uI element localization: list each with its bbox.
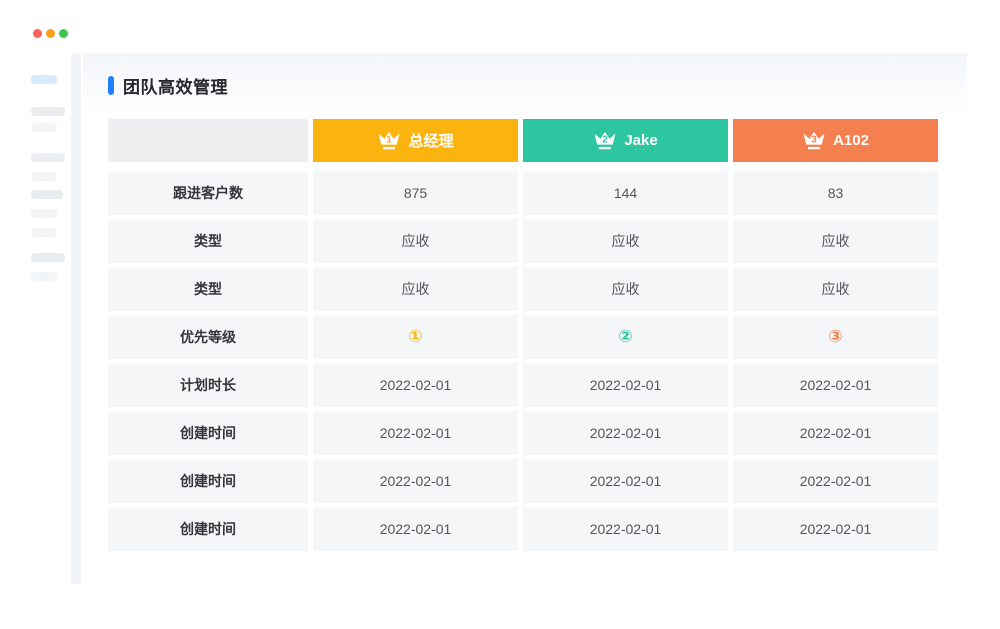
row-label-cell: 类型 — [108, 219, 308, 263]
value-cell: 2022-02-01 — [313, 363, 518, 407]
value-cell: ③ — [733, 315, 938, 359]
row-label-cell: 计划时长 — [108, 363, 308, 407]
page-title: 团队高效管理 — [123, 73, 228, 98]
priority-rank-mark: ② — [618, 327, 632, 347]
value-cell: 2022-02-01 — [733, 459, 938, 503]
sidebar-skeleton-bar — [31, 123, 57, 132]
row-label-cell: 创建时间 — [108, 459, 308, 503]
sidebar-skeleton-bar — [31, 190, 63, 199]
value-cell: 2022-02-01 — [733, 363, 938, 407]
value-cell: 2022-02-01 — [523, 411, 728, 455]
sidebar-skeleton-bar — [31, 253, 65, 262]
main-panel: 团队高效管理 1总经理2Jake3A102 跟进客户数87514483类型应收应… — [83, 53, 967, 584]
crown-rank-icon: 1 — [377, 131, 401, 151]
row-label-cell: 跟进客户数 — [108, 171, 308, 215]
comparison-table: 1总经理2Jake3A102 跟进客户数87514483类型应收应收应收类型应收… — [108, 119, 938, 551]
title-accent-bar — [108, 76, 114, 95]
row-label-cell: 类型 — [108, 267, 308, 311]
svg-text:2: 2 — [603, 134, 609, 145]
window-controls — [33, 29, 68, 38]
header-empty-cell — [108, 119, 308, 162]
value-cell: 2022-02-01 — [523, 363, 728, 407]
column-badge-label: A102 — [833, 132, 869, 149]
svg-text:3: 3 — [811, 134, 817, 145]
sidebar-skeleton-bar — [31, 272, 57, 281]
row-label-cell: 优先等级 — [108, 315, 308, 359]
app-window: 团队高效管理 1总经理2Jake3A102 跟进客户数87514483类型应收应… — [0, 0, 1000, 629]
value-cell: 应收 — [523, 219, 728, 263]
value-cell: 2022-02-01 — [313, 411, 518, 455]
crown-rank-icon: 2 — [593, 131, 617, 151]
value-cell: 144 — [523, 171, 728, 215]
column-badge-label: Jake — [624, 132, 657, 149]
sidebar-skeleton-bar — [31, 75, 57, 84]
value-cell: 2022-02-01 — [313, 459, 518, 503]
column-badge-A102: 3 A102 — [733, 119, 938, 162]
value-cell: 2022-02-01 — [523, 459, 728, 503]
minimize-window-button[interactable] — [46, 29, 55, 38]
value-cell: 应收 — [313, 219, 518, 263]
svg-text:1: 1 — [387, 134, 393, 145]
sidebar-skeleton-bar — [31, 107, 65, 116]
table-header-row: 1 总经理 2 Jake 3 A102 — [108, 119, 938, 162]
value-cell: 2022-02-01 — [313, 507, 518, 551]
value-cell: 83 — [733, 171, 938, 215]
priority-rank-mark: ③ — [828, 327, 842, 347]
sidebar-skeleton-bar — [31, 153, 65, 162]
value-cell: ① — [313, 315, 518, 359]
value-cell: 2022-02-01 — [733, 507, 938, 551]
value-cell: 875 — [313, 171, 518, 215]
sidebar-skeleton-bar — [31, 172, 57, 181]
value-cell: 应收 — [733, 219, 938, 263]
column-badge-label: 总经理 — [408, 130, 453, 151]
close-window-button[interactable] — [33, 29, 42, 38]
column-badge-总经理: 1 总经理 — [313, 119, 518, 162]
table-body: 跟进客户数87514483类型应收应收应收类型应收应收应收优先等级①②③计划时长… — [108, 171, 938, 551]
sidebar-divider — [71, 53, 81, 584]
value-cell: 应收 — [313, 267, 518, 311]
value-cell: 2022-02-01 — [523, 507, 728, 551]
sidebar-skeleton-bar — [31, 228, 57, 237]
crown-rank-icon: 3 — [802, 131, 826, 151]
value-cell: ② — [523, 315, 728, 359]
row-label-cell: 创建时间 — [108, 411, 308, 455]
page-title-row: 团队高效管理 — [108, 73, 228, 98]
column-badge-Jake: 2 Jake — [523, 119, 728, 162]
sidebar-skeleton-bar — [31, 209, 57, 218]
row-label-cell: 创建时间 — [108, 507, 308, 551]
value-cell: 2022-02-01 — [733, 411, 938, 455]
zoom-window-button[interactable] — [59, 29, 68, 38]
value-cell: 应收 — [523, 267, 728, 311]
value-cell: 应收 — [733, 267, 938, 311]
priority-rank-mark: ① — [408, 327, 422, 347]
